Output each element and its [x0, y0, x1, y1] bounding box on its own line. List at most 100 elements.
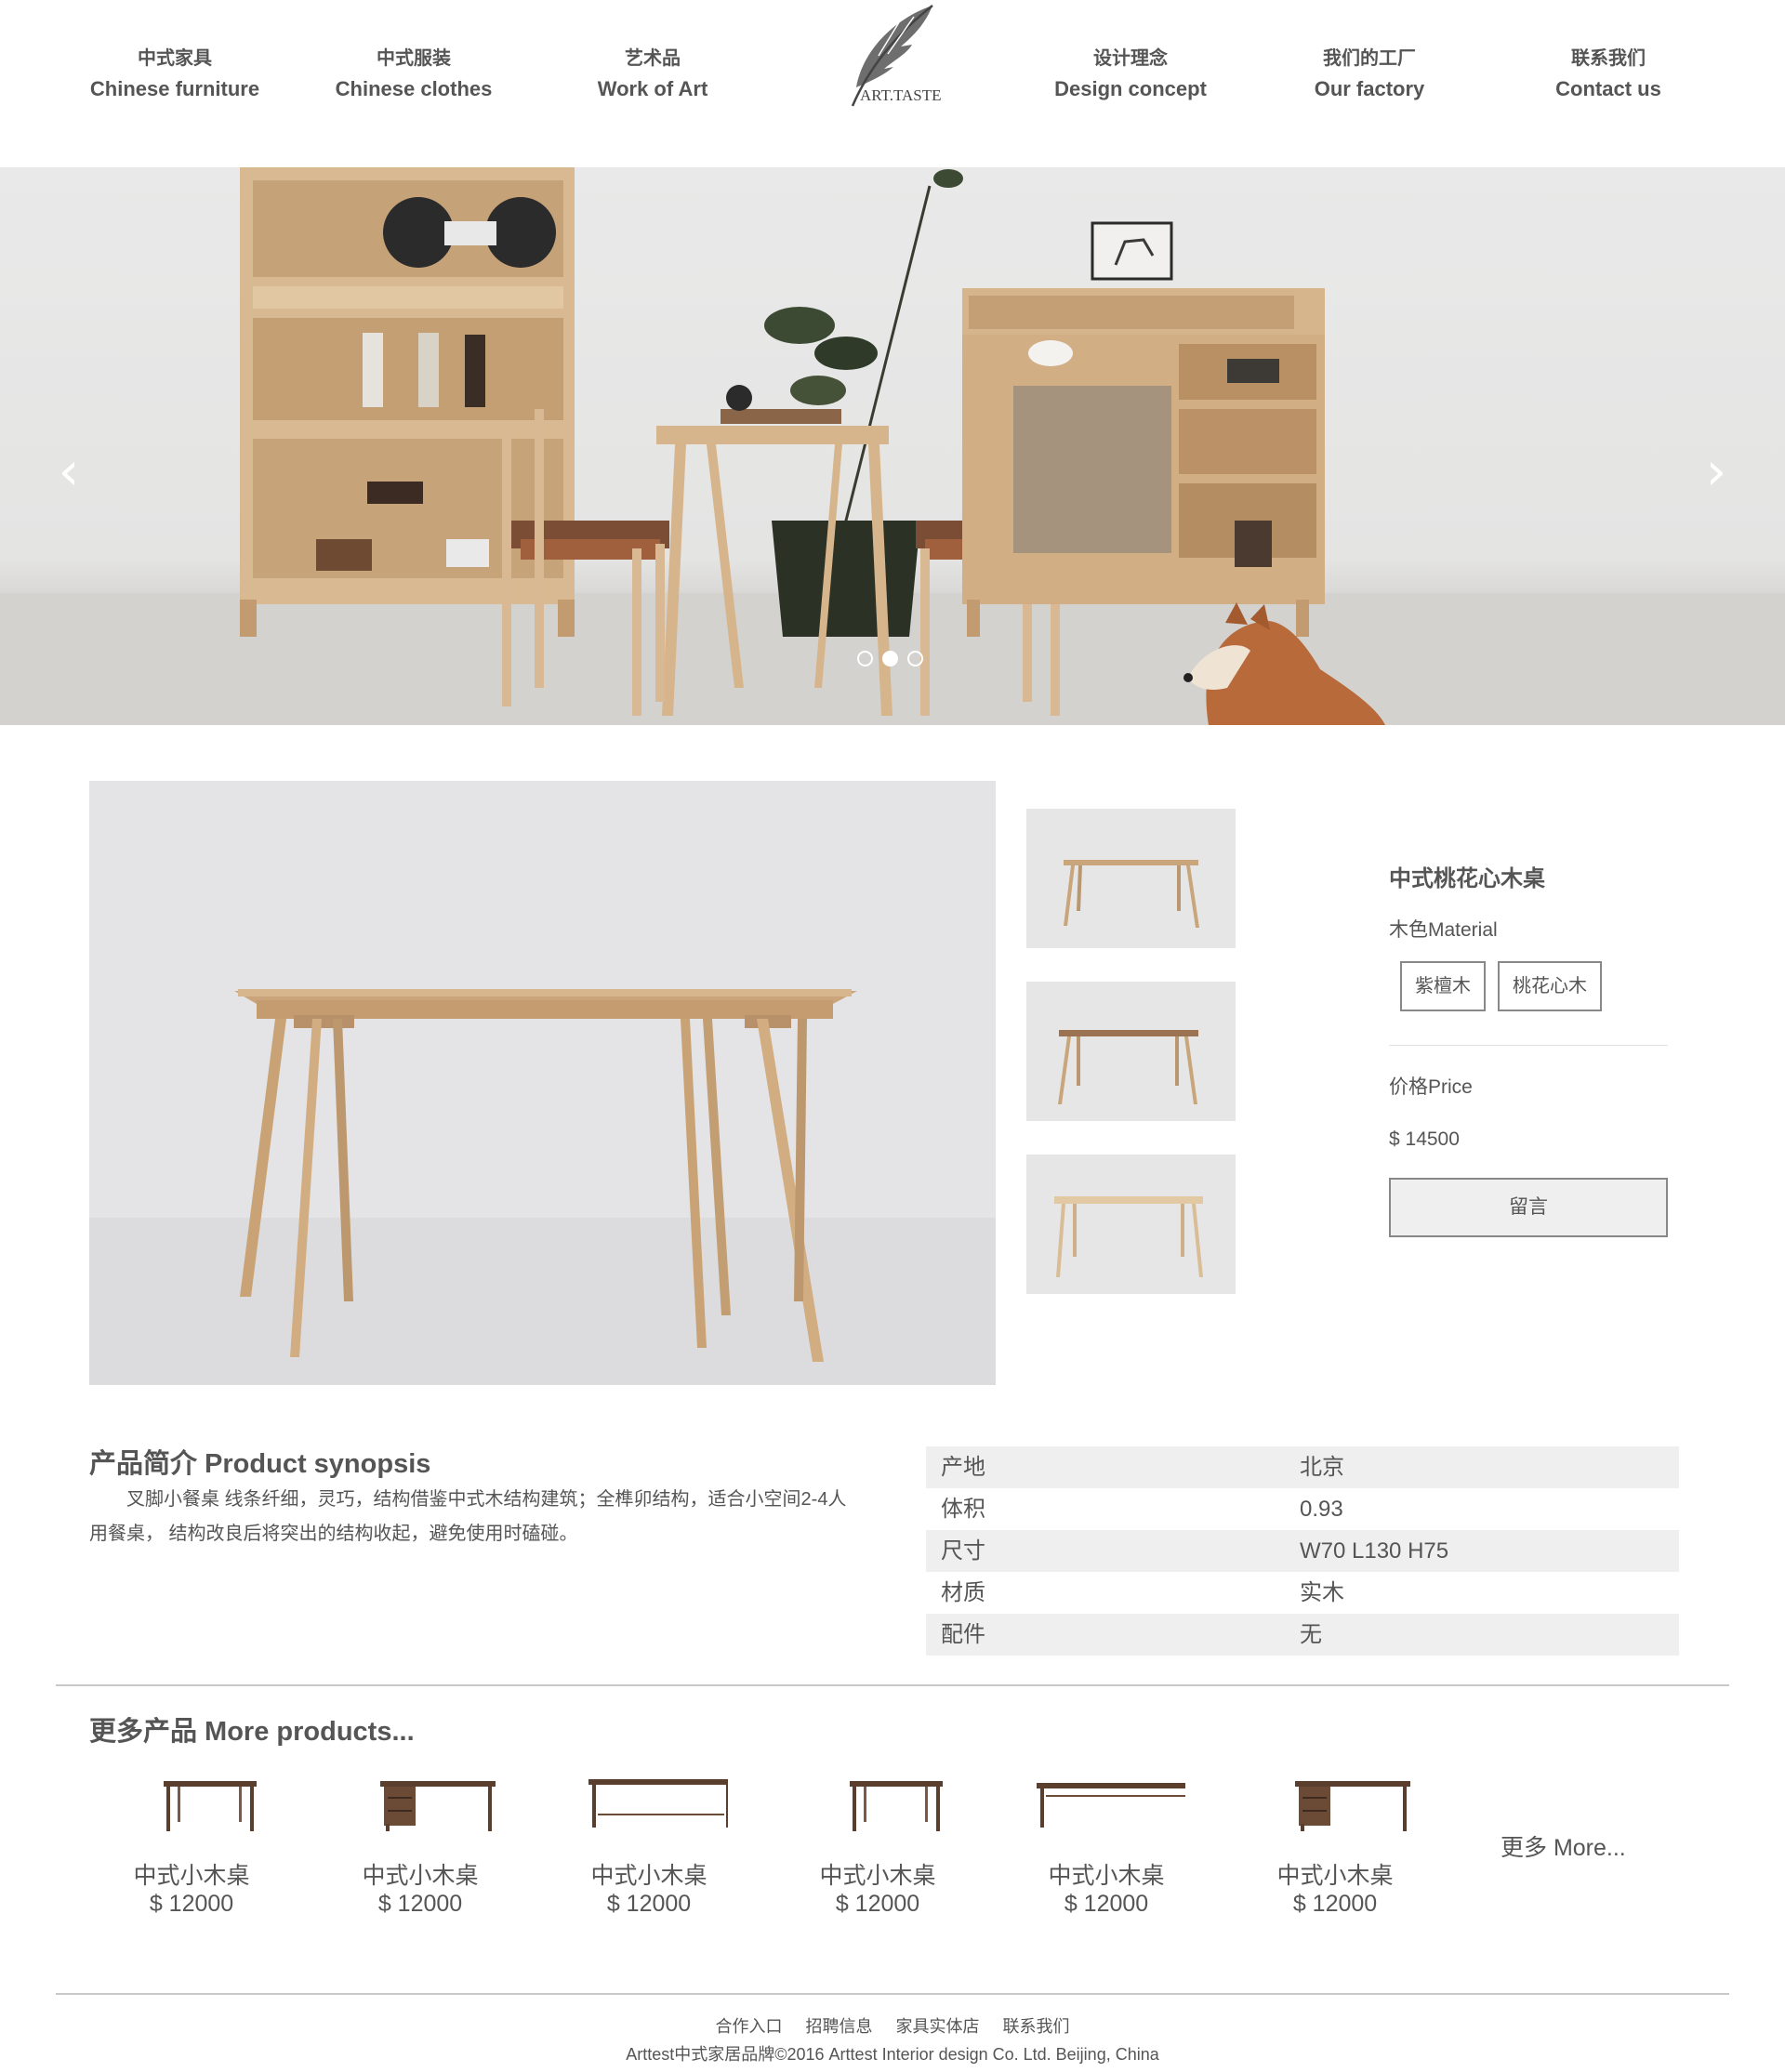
carousel-dot-3[interactable]: [907, 651, 923, 666]
divider: [1389, 1045, 1668, 1046]
product-card-image: [799, 1744, 957, 1851]
product-card-price: $ 12000: [835, 1891, 920, 1917]
product-card-name: 中式小木桌: [1276, 1863, 1394, 1889]
product-card-name: 中式小木桌: [1048, 1863, 1165, 1889]
product-thumbnail-1[interactable]: [1026, 809, 1236, 948]
nav-item-our-factory[interactable]: 我们的工厂 Our factory: [1249, 45, 1490, 106]
spec-key: 体积: [941, 1497, 985, 1522]
nav-item-chinese-furniture[interactable]: 中式家具 Chinese furniture: [54, 45, 296, 106]
table-thumbnail-image: [1064, 860, 1199, 928]
nav-item-zh: 中式家具: [138, 48, 212, 69]
price-label: 价格Price: [1389, 1076, 1473, 1098]
product-thumbnail-2[interactable]: [1026, 982, 1236, 1121]
product-card-name: 中式小木桌: [362, 1863, 479, 1889]
nav-item-en: Our factory: [1314, 77, 1425, 100]
material-option-mahogany[interactable]: 桃花心木: [1498, 961, 1602, 1011]
material-label: 木色Material: [1389, 919, 1498, 941]
hero-slide-image: [0, 167, 1785, 725]
spec-key: 产地: [941, 1455, 985, 1480]
more-product-card[interactable]: 中式小木桌 $ 12000: [785, 1744, 971, 1918]
leave-message-button[interactable]: 留言: [1389, 1178, 1668, 1237]
spec-value: 实木: [1300, 1580, 1344, 1605]
more-product-card[interactable]: 中式小木桌 $ 12000: [1242, 1744, 1428, 1918]
nav-item-en: Chinese furniture: [89, 77, 260, 100]
sideboard-cabinet: [962, 221, 1325, 637]
spec-value: 0.93: [1300, 1497, 1343, 1522]
more-product-card[interactable]: 中式小木桌 $ 12000: [1013, 1744, 1204, 1918]
spec-row: 产地 北京: [926, 1446, 1679, 1488]
product-card-price: $ 12000: [1292, 1891, 1378, 1917]
nav-item-zh: 中式服装: [377, 48, 451, 69]
brand-logo[interactable]: ART.TASTE: [841, 2, 944, 112]
nav-item-work-of-art[interactable]: 艺术品 Work of Art: [532, 45, 774, 106]
nav-item-zh: 我们的工厂: [1323, 48, 1416, 69]
product-card-name: 中式小木桌: [590, 1863, 707, 1889]
spec-value: 无: [1300, 1622, 1322, 1647]
carousel-dot-2[interactable]: [882, 651, 898, 666]
nav-item-chinese-clothes[interactable]: 中式服装 Chinese clothes: [293, 45, 535, 106]
nav-item-zh: 联系我们: [1571, 48, 1646, 69]
footer-link-jobs[interactable]: 招聘信息: [805, 2017, 872, 2036]
more-product-card[interactable]: 中式小木桌 $ 12000: [556, 1744, 742, 1918]
nav-item-en: Chinese clothes: [335, 77, 493, 100]
spec-row: 配件 无: [926, 1614, 1679, 1656]
carousel-next-button[interactable]: ›: [1688, 446, 1744, 502]
potted-plant: [764, 169, 963, 637]
product-thumbnail-3[interactable]: [1026, 1155, 1236, 1294]
section-divider: [56, 1684, 1729, 1686]
top-nav: 中式家具 Chinese furniture 中式服装 Chinese clot…: [0, 0, 1785, 167]
feather-logo-icon: ART.TASTE: [851, 5, 942, 107]
spec-key: 配件: [941, 1622, 985, 1647]
carousel-indicators: [857, 651, 923, 669]
copyright-text: Arttest中式家居品牌©2016 Arttest Interior desi…: [626, 2045, 1159, 2064]
footer-link-contact[interactable]: 联系我们: [1003, 2017, 1070, 2036]
carousel-prev-button[interactable]: ‹: [41, 446, 97, 502]
product-card-image: [1027, 1744, 1204, 1851]
table-image: [89, 989, 996, 1385]
nav-item-design-concept[interactable]: 设计理念 Design concept: [1010, 45, 1251, 106]
hero-carousel[interactable]: ‹ ›: [0, 167, 1785, 725]
footer-link-stores[interactable]: 家具实体店: [896, 2017, 980, 2036]
more-product-card[interactable]: 中式小木桌 $ 12000: [99, 1744, 284, 1918]
product-card-image: [341, 1744, 499, 1851]
nav-item-en: Design concept: [1054, 77, 1207, 100]
more-product-card[interactable]: 中式小木桌 $ 12000: [327, 1744, 513, 1918]
table-thumbnail-image: [1054, 1196, 1203, 1277]
logo-text: ART.TASTE: [860, 86, 942, 104]
product-card-image: [570, 1744, 737, 1851]
product-info-panel: 中式桃花心木桌 木色Material 紫檀木 桃花心木 价格Price $ 14…: [1389, 855, 1668, 1237]
product-price: $ 14500: [1389, 1128, 1460, 1150]
more-products-link[interactable]: 更多 More...: [1501, 1829, 1626, 1863]
product-card-price: $ 12000: [606, 1891, 692, 1917]
product-main-image: [89, 781, 996, 1385]
product-card-price: $ 12000: [149, 1891, 234, 1917]
spec-value: 北京: [1300, 1455, 1344, 1480]
product-card-price: $ 12000: [1064, 1891, 1149, 1917]
bookshelf-cabinet: [240, 167, 575, 637]
product-card-price: $ 12000: [377, 1891, 463, 1917]
carousel-dot-1[interactable]: [857, 651, 873, 666]
footer-links: 合作入口 招聘信息 家具实体店 联系我们: [0, 2013, 1785, 2038]
table-thumbnail-image: [1058, 1030, 1198, 1104]
material-options: 紫檀木 桃花心木: [1400, 961, 1668, 1011]
nav-item-en: Work of Art: [597, 77, 708, 100]
chevron-right-icon: ›: [1705, 442, 1727, 502]
synopsis-heading: 产品简介 Product synopsis: [89, 1449, 431, 1479]
footer-divider: [56, 1993, 1729, 1995]
product-card-name: 中式小木桌: [819, 1863, 936, 1889]
footer-link-cooperation[interactable]: 合作入口: [715, 2017, 782, 2036]
product-title: 中式桃花心木桌: [1389, 866, 1545, 891]
nav-item-zh: 艺术品: [625, 48, 681, 69]
product-card-image: [112, 1744, 271, 1851]
spec-key: 材质: [941, 1580, 985, 1605]
product-synopsis: 产品简介 Product synopsis 叉脚小餐桌 线条纤细，灵巧，结构借鉴…: [89, 1445, 852, 1551]
spec-table: 产地 北京 体积 0.93 尺寸 W70 L130 H75 材质 实木 配件 无: [926, 1446, 1679, 1656]
nav-item-en: Contact us: [1555, 77, 1661, 100]
spec-key: 尺寸: [941, 1538, 985, 1564]
spec-row: 材质 实木: [926, 1572, 1679, 1614]
material-option-zitan[interactable]: 紫檀木: [1400, 961, 1486, 1011]
nav-item-contact-us[interactable]: 联系我们 Contact us: [1488, 45, 1729, 106]
synopsis-text: 叉脚小餐桌 线条纤细，灵巧，结构借鉴中式木结构建筑；全榫卯结构，适合小空间2-4…: [89, 1489, 847, 1544]
spec-row: 体积 0.93: [926, 1488, 1679, 1530]
spec-value: W70 L130 H75: [1300, 1538, 1449, 1564]
